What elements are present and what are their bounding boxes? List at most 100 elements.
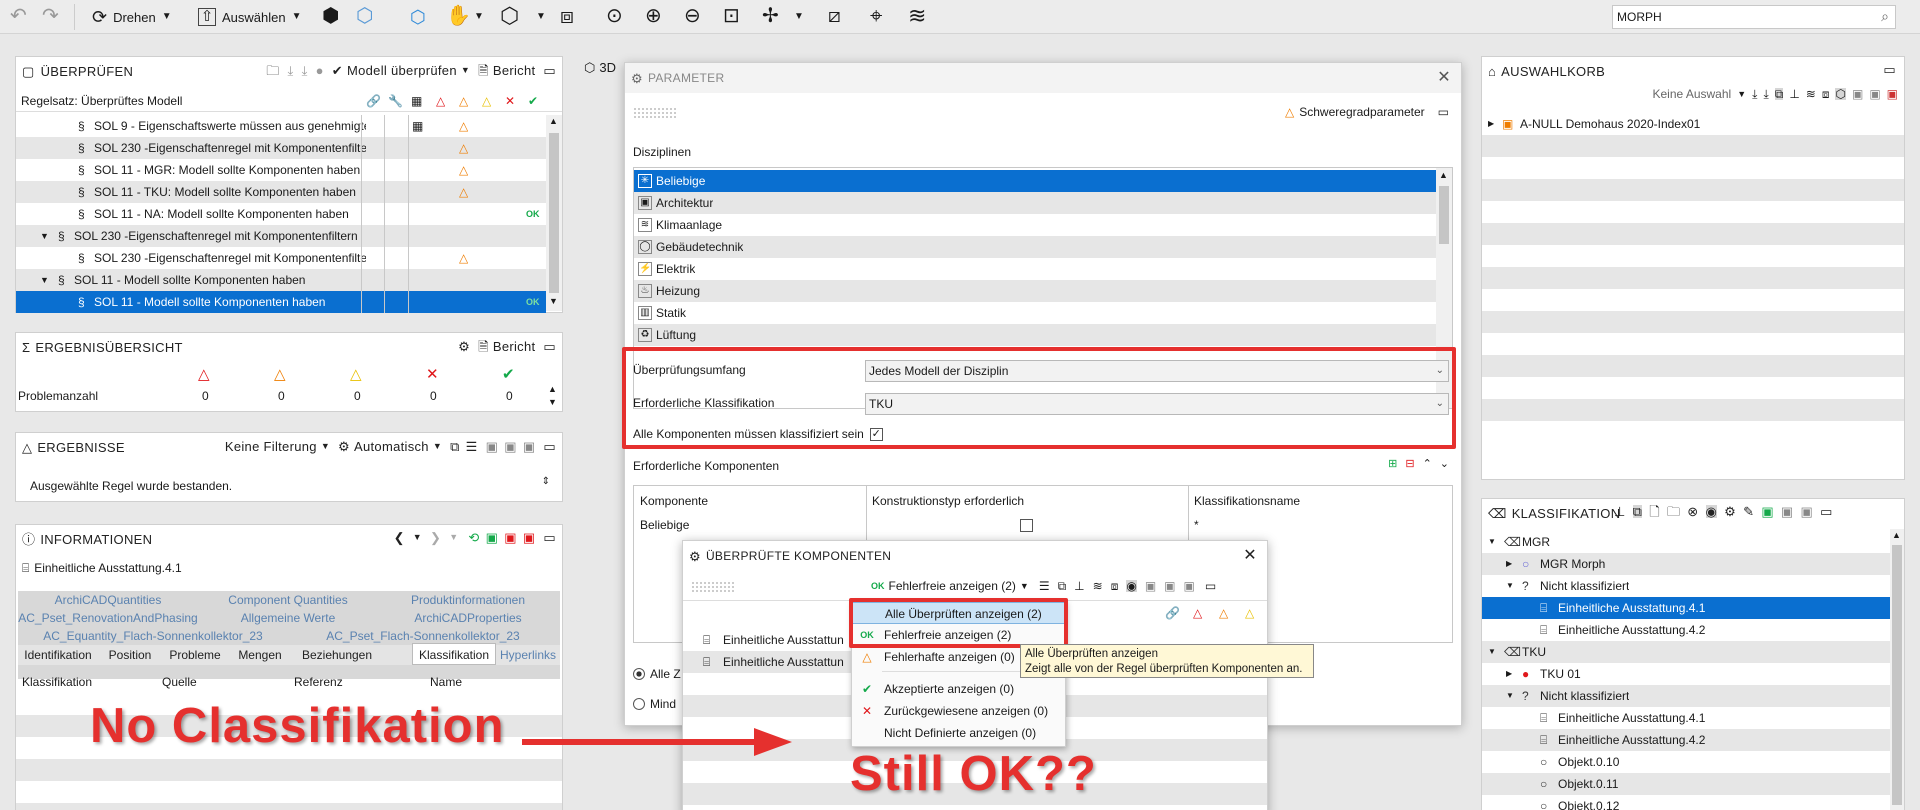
tree-item[interactable]: ○ Objekt.0.12 bbox=[1482, 795, 1890, 810]
back-icon[interactable]: ❮ bbox=[394, 531, 405, 544]
clipboard-icon[interactable]: ▣ bbox=[523, 440, 536, 453]
radio-all[interactable] bbox=[633, 668, 645, 680]
tab-renovation[interactable]: AC_Pset_RenovationAndPhasing bbox=[18, 609, 198, 627]
tab-hyperlinks[interactable]: Hyperlinks bbox=[496, 646, 560, 664]
tree-item[interactable]: ▶ ● TKU 01 bbox=[1482, 663, 1890, 685]
summary-scrollbar[interactable]: ▲ ▼ bbox=[548, 385, 560, 411]
discipline-item[interactable]: ♨ Heizung bbox=[634, 280, 1436, 302]
hierarchy-icon[interactable]: ⊥ bbox=[1614, 505, 1626, 518]
tree-view-icon[interactable]: ⧉ bbox=[1058, 580, 1067, 592]
collapse-icon[interactable]: ▼ bbox=[40, 269, 49, 291]
rule-row[interactable]: § SOL 9 - Eigenschaftswerte müssen aus ge… bbox=[16, 115, 546, 137]
tree-item[interactable]: ▶ ○ MGR Morph bbox=[1482, 553, 1890, 575]
tree-item[interactable]: ○ Objekt.0.10 bbox=[1482, 751, 1890, 773]
menu-item-rejected[interactable]: ✕ Zurückgewiesene anzeigen (0) bbox=[852, 700, 1065, 722]
cubes-icon[interactable]: ⬢ bbox=[322, 6, 339, 26]
tree-item[interactable]: ▼? Nicht klassifiziert bbox=[1482, 685, 1890, 707]
download-icon[interactable]: ⤓ bbox=[1752, 88, 1757, 100]
layers-icon[interactable]: ≋ bbox=[1806, 88, 1816, 100]
scroll-down-icon[interactable]: ▼ bbox=[548, 398, 557, 407]
hierarchy-icon[interactable]: ⊥ bbox=[1074, 580, 1084, 592]
clipboard-icon[interactable]: ▣ bbox=[486, 440, 499, 453]
chevron-down-icon[interactable]: ▼ bbox=[449, 533, 458, 542]
add-row-icon[interactable]: ⊞ bbox=[1388, 459, 1397, 470]
clipboard-icon[interactable]: ▣ bbox=[1869, 88, 1880, 100]
tree-item-model[interactable]: ▶ ▣ A-NULL Demohaus 2020-Index01 bbox=[1482, 113, 1904, 135]
move-down-icon[interactable]: ⌄ bbox=[1440, 459, 1449, 470]
tree-item[interactable]: ▼ ⌫ MGR bbox=[1482, 531, 1890, 553]
plane-icon[interactable]: ⧄ bbox=[828, 6, 841, 26]
clipboard-icon[interactable]: ▣ bbox=[1781, 505, 1794, 518]
clipboard-icon[interactable]: ▣ bbox=[504, 531, 517, 544]
tree-view-icon[interactable]: ⧉ bbox=[450, 440, 460, 453]
redo-icon[interactable]: ↷ bbox=[42, 6, 59, 26]
component-name[interactable]: Beliebige bbox=[640, 518, 689, 532]
box-icon[interactable]: ⬡ bbox=[1835, 88, 1846, 100]
drag-handle[interactable] bbox=[633, 107, 677, 119]
settings-icon[interactable]: ⚙ bbox=[1724, 505, 1736, 518]
edit-icon[interactable]: ✎ bbox=[1743, 505, 1754, 518]
maximize-icon[interactable]: ▭ bbox=[543, 64, 556, 77]
chevron-down-icon[interactable]: ▼ bbox=[1020, 581, 1029, 591]
expand-icon[interactable]: ▶ bbox=[1506, 663, 1512, 685]
rule-row[interactable]: ▼ § SOL 230 -Eigenschaftenregel mit Kompon… bbox=[16, 225, 546, 247]
cubes-outline-icon[interactable]: ⬡ bbox=[356, 6, 373, 26]
menu-item-accepted[interactable]: ✔ Akzeptierte anzeigen (0) bbox=[852, 678, 1065, 700]
search-icon[interactable]: ⌕ bbox=[1881, 9, 1889, 23]
close-icon[interactable]: ✕ bbox=[1243, 548, 1257, 564]
tree-view-icon[interactable]: ⧉ bbox=[1632, 505, 1643, 518]
rule-row[interactable]: § SOL 11 - MGR: Modell sollte Komponenten… bbox=[16, 159, 546, 181]
sync-icon[interactable]: ⟲ bbox=[468, 531, 479, 544]
tab-beziehungen[interactable]: Beziehungen bbox=[292, 646, 382, 664]
group-icon[interactable]: ⧈ bbox=[1111, 580, 1119, 592]
maximize-icon[interactable]: ▭ bbox=[1205, 580, 1216, 592]
zoom-out-icon[interactable]: ⊖ bbox=[684, 6, 701, 26]
chevron-down-icon[interactable]: ▼ bbox=[413, 533, 422, 542]
tree-item[interactable]: ⌸ Einheitliche Ausstattung.4.2 bbox=[1482, 729, 1890, 751]
check-scrollbar[interactable]: ▲ ▼ bbox=[546, 115, 562, 311]
search-input[interactable]: MORPH bbox=[1617, 10, 1662, 24]
filter-dropdown[interactable]: Keine Filterung ▼ bbox=[225, 439, 330, 454]
maximize-icon[interactable]: ▭ bbox=[543, 531, 556, 544]
expand-icon[interactable]: ▶ bbox=[1506, 553, 1512, 575]
classification-scrollbar[interactable]: ▲ bbox=[1890, 529, 1904, 810]
select-button[interactable]: ⇧ Auswählen ▼ bbox=[198, 8, 302, 26]
pan-icon[interactable]: ✢ bbox=[762, 6, 779, 26]
zoom-fit-icon[interactable]: ⊙ bbox=[606, 6, 623, 26]
tab-probleme[interactable]: Probleme bbox=[162, 646, 228, 664]
tab-archicad-properties[interactable]: ArchiCADProperties bbox=[378, 609, 558, 627]
tab-equantity[interactable]: AC_Equantity_Flach-Sonnenkollektor_23 bbox=[18, 627, 288, 645]
scroll-up-icon[interactable]: ▲ bbox=[1439, 171, 1448, 180]
rule-row[interactable]: § SOL 230 -Eigenschaftenregel mit Kompone… bbox=[16, 137, 546, 159]
rule-row[interactable]: § SOL 11 - Modell sollte Komponenten habe… bbox=[16, 291, 546, 313]
discipline-item[interactable]: ✳ Beliebige bbox=[634, 170, 1436, 192]
tree-view-icon[interactable]: ⧉ bbox=[1774, 88, 1784, 100]
visibility-icon[interactable]: ◉ bbox=[1705, 505, 1718, 518]
scroll-up-icon[interactable]: ▲ bbox=[1892, 531, 1901, 540]
collapse-icon[interactable]: ▼ bbox=[1506, 575, 1514, 597]
collapse-icon[interactable]: ▼ bbox=[40, 225, 49, 247]
radio-min[interactable] bbox=[633, 698, 645, 710]
chevron-down-icon[interactable]: ▼ bbox=[1737, 89, 1746, 99]
rule-row[interactable]: § SOL 11 - NA: Modell sollte Komponenten … bbox=[16, 203, 546, 225]
maximize-icon[interactable]: ▭ bbox=[1438, 106, 1449, 118]
undo-icon[interactable]: ↶ bbox=[10, 6, 27, 26]
settings-icon[interactable]: ⚙ bbox=[458, 340, 470, 353]
open-folder-icon[interactable]: 🗀 bbox=[266, 64, 279, 77]
list-view-icon[interactable]: ☰ bbox=[466, 440, 478, 453]
tree-item[interactable]: ⌸ Einheitliche Ausstattung.4.1 bbox=[1482, 707, 1890, 729]
move-up-icon[interactable]: ⌃ bbox=[1423, 459, 1432, 470]
report-button[interactable]: 🗎 Bericht bbox=[478, 63, 535, 78]
clipboard-icon[interactable]: ▣ bbox=[1145, 580, 1156, 592]
visibility-icon[interactable]: ◉ bbox=[1126, 580, 1137, 592]
view-3d-tab[interactable]: 3D bbox=[599, 60, 616, 75]
clipboard-icon[interactable]: ▣ bbox=[1852, 88, 1863, 100]
scroll-up-icon[interactable]: ▲ bbox=[548, 385, 557, 394]
clipboard-icon[interactable]: ▣ bbox=[523, 531, 536, 544]
drag-handle[interactable] bbox=[691, 581, 735, 593]
clipboard-icon[interactable]: ▣ bbox=[504, 440, 517, 453]
tree-item[interactable]: ▼? Nicht klassifiziert bbox=[1482, 575, 1890, 597]
rule-row[interactable]: ▼ § SOL 11 - Modell sollte Komponenten hab… bbox=[16, 269, 546, 291]
remove-row-icon[interactable]: ⊟ bbox=[1405, 459, 1414, 470]
group-icon[interactable]: ⧈ bbox=[1822, 88, 1830, 100]
